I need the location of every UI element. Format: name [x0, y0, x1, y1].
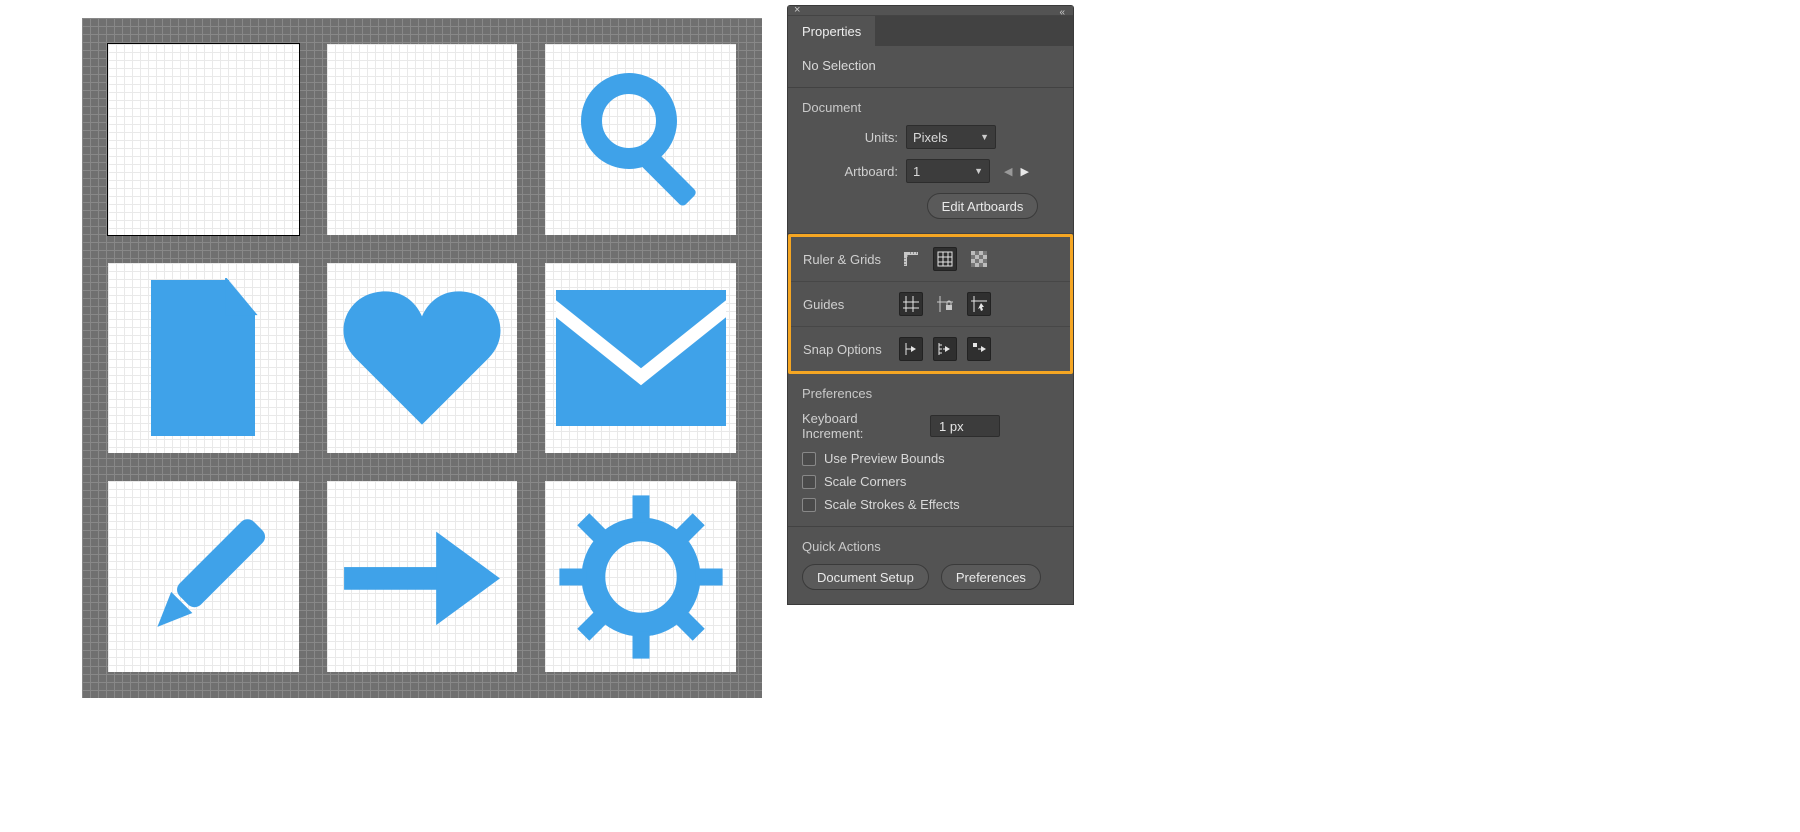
show-guides-button[interactable] [899, 292, 923, 316]
close-icon[interactable]: × [794, 4, 800, 16]
preferences-heading: Preferences [802, 386, 1059, 401]
artboard-grid [108, 44, 736, 672]
scale-strokes-checkbox[interactable]: Scale Strokes & Effects [802, 497, 1059, 512]
guides-lock-icon [937, 296, 953, 312]
pencil-icon [128, 502, 278, 652]
lock-guides-button[interactable] [933, 292, 957, 316]
smart-guides-button[interactable] [967, 292, 991, 316]
panel-topbar: × « [788, 6, 1073, 16]
units-label: Units: [802, 130, 898, 145]
canvas-area[interactable] [82, 18, 762, 698]
selection-section: No Selection [788, 46, 1073, 88]
artboard-1[interactable] [108, 44, 299, 235]
document-setup-button[interactable]: Document Setup [802, 564, 929, 590]
snap-to-point-button[interactable] [899, 337, 923, 361]
collapse-icon[interactable]: « [1059, 7, 1065, 18]
keyboard-increment-label: Keyboard Increment: [802, 411, 922, 441]
keyboard-increment-input[interactable]: 1 px [930, 415, 1000, 437]
keyboard-increment-value: 1 px [939, 419, 964, 434]
snap-options-label: Snap Options [803, 342, 899, 357]
artboard-label: Artboard: [802, 164, 898, 179]
artboard-8[interactable] [327, 481, 518, 672]
gear-icon [556, 492, 726, 662]
artboard-2[interactable] [327, 44, 518, 235]
artboard-7[interactable] [108, 481, 299, 672]
artboard-dropdown[interactable]: 1 ▼ [906, 159, 990, 183]
artboard-6[interactable] [545, 263, 736, 454]
smart-guides-icon [971, 296, 987, 312]
checkbox-icon [802, 475, 816, 489]
artboard-9[interactable] [545, 481, 736, 672]
document-section: Document Units: Pixels ▼ Artboard: 1 ▼ ◀… [788, 88, 1073, 234]
units-dropdown[interactable]: Pixels ▼ [906, 125, 996, 149]
ruler-grids-label: Ruler & Grids [803, 252, 899, 267]
snap-point-icon [903, 341, 919, 357]
selection-status: No Selection [802, 58, 1059, 73]
quick-actions-section: Quick Actions Document Setup Preferences [788, 527, 1073, 604]
preferences-section: Preferences Keyboard Increment: 1 px Use… [788, 374, 1073, 527]
checker-icon [971, 251, 987, 267]
heart-icon [337, 283, 507, 433]
artboard-5[interactable] [327, 263, 518, 454]
grid-guides-snap-highlight: Ruler & Grids [788, 234, 1073, 374]
ruler-grids-row: Ruler & Grids [791, 237, 1070, 282]
search-icon [566, 59, 716, 219]
transparency-grid-button[interactable] [967, 247, 991, 271]
preferences-button[interactable]: Preferences [941, 564, 1041, 590]
grid-toggle-button[interactable] [933, 247, 957, 271]
scale-corners-checkbox[interactable]: Scale Corners [802, 474, 1059, 489]
checkbox-icon [802, 498, 816, 512]
tab-properties[interactable]: Properties [788, 16, 875, 46]
scale-strokes-label: Scale Strokes & Effects [824, 497, 960, 512]
chevron-down-icon: ▼ [980, 132, 989, 142]
edit-artboards-button[interactable]: Edit Artboards [927, 193, 1039, 219]
chevron-down-icon: ▼ [974, 166, 983, 176]
use-preview-bounds-checkbox[interactable]: Use Preview Bounds [802, 451, 1059, 466]
snap-pixel-icon [971, 341, 987, 357]
artboard-prev-button[interactable]: ◀ [1004, 165, 1012, 178]
units-value: Pixels [913, 130, 948, 145]
snap-options-row: Snap Options [791, 327, 1070, 371]
envelope-icon [556, 288, 726, 428]
snap-to-pixel-button[interactable] [967, 337, 991, 361]
guides-label: Guides [803, 297, 899, 312]
grid-icon [937, 251, 953, 267]
ruler-toggle-button[interactable] [899, 247, 923, 271]
scale-corners-label: Scale Corners [824, 474, 906, 489]
quick-actions-heading: Quick Actions [802, 539, 1059, 554]
ruler-icon [903, 251, 919, 267]
snap-to-grid-button[interactable] [933, 337, 957, 361]
artboard-next-button[interactable]: ▶ [1020, 165, 1028, 178]
panel-tabs: Properties [788, 16, 1073, 46]
checkbox-icon [802, 452, 816, 466]
artboard-3[interactable] [545, 44, 736, 235]
artboard-value: 1 [913, 164, 920, 179]
properties-panel: × « Properties No Selection Document Uni… [788, 6, 1073, 604]
artboard-4[interactable] [108, 263, 299, 454]
arrow-right-icon [337, 517, 507, 637]
document-heading: Document [802, 100, 1059, 115]
snap-grid-icon [937, 341, 953, 357]
guides-row: Guides [791, 282, 1070, 327]
use-preview-bounds-label: Use Preview Bounds [824, 451, 945, 466]
guides-show-icon [903, 296, 919, 312]
document-icon [138, 278, 268, 438]
